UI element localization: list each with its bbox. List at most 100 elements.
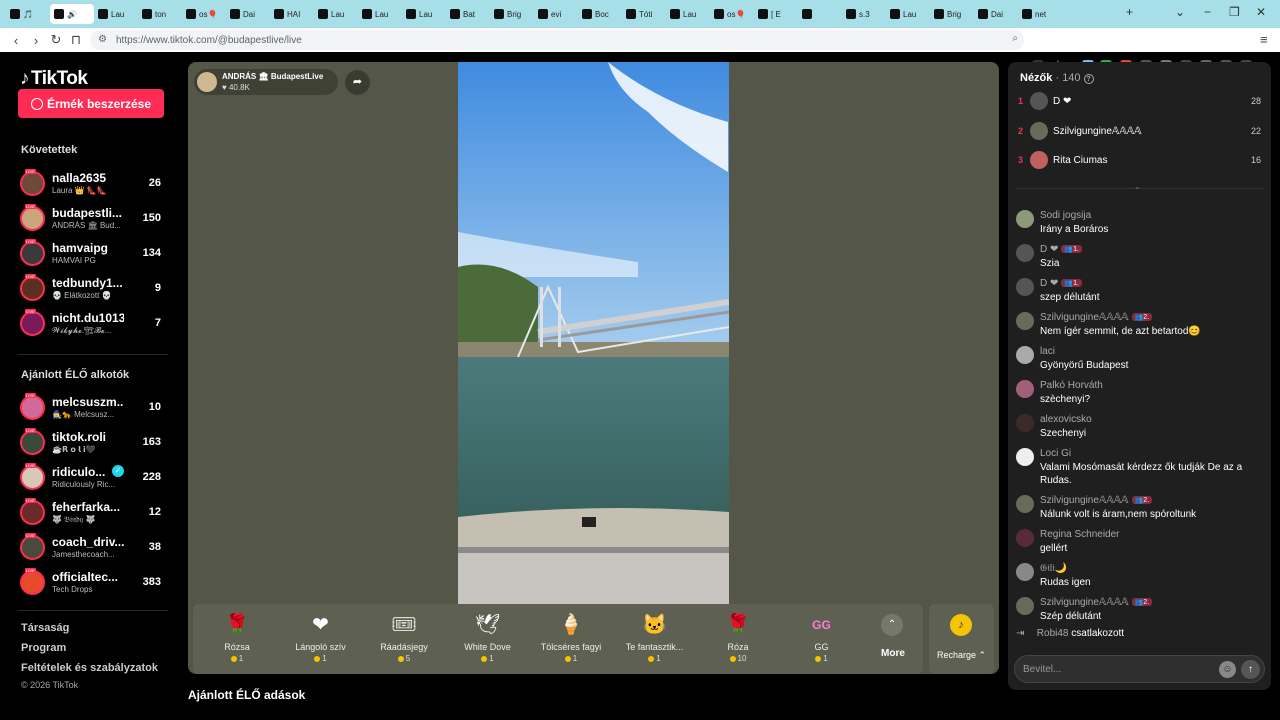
sidebar-account[interactable]: LIVE nicht.du1013 𝓦𝓲𝓴𝔂𝓱𝓮.🏗𝓑𝓮... 7 — [20, 309, 165, 339]
chat-username[interactable]: 𝔊𝔦𝔩𝔦🌙 — [1040, 563, 1067, 574]
forward-icon[interactable]: › — [26, 33, 46, 48]
reload-icon[interactable]: ↻ — [46, 32, 66, 48]
footer-link-program[interactable]: Program — [21, 642, 66, 654]
chat-message[interactable]: D ❤ 👥1. Szia — [1016, 244, 1263, 272]
restore-icon[interactable]: ❐ — [1229, 5, 1240, 19]
sidebar-account[interactable]: LIVE budapestli... ANDRÁS 🏛 Bud... 150 — [20, 204, 165, 234]
chat-username[interactable]: D ❤ 👥1. — [1040, 278, 1082, 289]
chat-username[interactable]: Loci Gi — [1040, 448, 1071, 459]
chat-message[interactable]: D ❤ 👥1. szep délutánt — [1016, 278, 1263, 306]
chat-message[interactable]: Sodi jogsija Irány a Boráros — [1016, 210, 1263, 238]
gift-item[interactable]: GG GG 1 — [780, 604, 864, 674]
emoji-icon[interactable]: ☺ — [1219, 661, 1236, 678]
chat-message[interactable]: Loci Gi Valami Mosómasát kérdezz ők tudjá… — [1016, 448, 1263, 488]
avatar[interactable] — [1016, 563, 1034, 581]
avatar[interactable] — [1016, 346, 1034, 364]
avatar[interactable] — [1016, 380, 1034, 398]
browser-tab[interactable]: net — [1018, 4, 1062, 24]
browser-tab[interactable]: Lau — [886, 4, 930, 24]
chat-message[interactable]: Szilvigungine𝔸𝔸𝔸𝔸 👥2. Szép délutánt — [1016, 597, 1263, 625]
new-tab-button[interactable]: + — [1126, 5, 1133, 19]
browser-tab[interactable]: s.3 — [842, 4, 886, 24]
chat-username[interactable]: Szilvigungine𝔸𝔸𝔸𝔸 👥2. — [1040, 495, 1153, 506]
host-avatar[interactable] — [197, 72, 217, 92]
avatar[interactable] — [1016, 448, 1034, 466]
close-window-icon[interactable]: ✕ — [1256, 5, 1266, 19]
chat-message[interactable]: alexovicsko Szechenyi — [1016, 414, 1263, 442]
sidebar-account[interactable]: LIVE coach_driv... Jamesthecoach... 38 — [20, 533, 165, 563]
browser-tab[interactable]: Lau — [666, 4, 710, 24]
gift-item[interactable]: 🌹 Rózsa 1 — [195, 604, 279, 674]
footer-link-company[interactable]: Társaság — [21, 622, 69, 634]
chat-input[interactable] — [1023, 661, 1213, 678]
chat-message[interactable]: 𝔊𝔦𝔩𝔦🌙 Rudas igen — [1016, 563, 1263, 591]
chat-username[interactable]: Szilvigungine𝔸𝔸𝔸𝔸 👥2. — [1040, 597, 1153, 608]
avatar[interactable] — [1016, 495, 1034, 513]
gift-item[interactable]: 🐱 Te fantasztik... 1 — [613, 604, 697, 674]
browser-tab[interactable]: Dai — [974, 4, 1018, 24]
top-viewer-row[interactable]: 2 Szilvigungine𝔸𝔸𝔸𝔸 22 — [1018, 121, 1261, 143]
tab-list-icon[interactable]: ⌄ — [1175, 5, 1185, 19]
browser-tab[interactable]: 🔊 — [50, 4, 94, 24]
info-icon[interactable]: ? — [1083, 74, 1094, 84]
avatar[interactable] — [1016, 278, 1034, 296]
sidebar-account[interactable]: LIVE officialtec... Tech Drops 383 — [20, 568, 165, 598]
get-coins-button[interactable]: Érmék beszerzése — [18, 89, 164, 118]
browser-tab[interactable]: ton — [138, 4, 182, 24]
browser-tab[interactable]: Bat — [446, 4, 490, 24]
gift-item[interactable]: 🌹 Róza 10 — [696, 604, 780, 674]
browser-tab[interactable]: Lau — [94, 4, 138, 24]
browser-tab[interactable]: os🎈 — [710, 4, 754, 24]
sidebar-account[interactable]: LIVE melcsuszm... 🧙‍♀️🐆 Melcsusz... 10 — [20, 393, 165, 423]
minimize-icon[interactable]: − — [1204, 5, 1211, 19]
chat-username[interactable]: Szilvigungine𝔸𝔸𝔸𝔸 👥2. — [1040, 312, 1153, 323]
sidebar-account[interactable]: LIVE nalla2635 Laura 👑 👠👠 26 — [20, 169, 165, 199]
chat-message[interactable]: Regina Schneider gellért — [1016, 529, 1263, 557]
chat-message[interactable]: Palkó Horváth szèchenyi? — [1016, 380, 1263, 408]
sidebar-account[interactable]: LIVE hamvaipg HAMVAI PG 134 — [20, 239, 165, 269]
browser-tab[interactable]: HAI — [270, 4, 314, 24]
browser-tab[interactable]: Dai — [226, 4, 270, 24]
chat-message[interactable]: laci Gyönyörű Budapest — [1016, 346, 1263, 374]
footer-link-terms[interactable]: Feltételek és szabályzatok — [21, 662, 158, 674]
avatar[interactable] — [1016, 312, 1034, 330]
top-viewer-row[interactable]: 3 Rita Ciumas 16 — [1018, 150, 1261, 172]
browser-tab[interactable]: Boc — [578, 4, 622, 24]
avatar[interactable] — [1016, 414, 1034, 432]
back-icon[interactable]: ‹ — [6, 33, 26, 48]
gift-item[interactable]: 🕊 White Dove 1 — [446, 604, 530, 674]
chat-username[interactable]: D ❤ 👥1. — [1040, 244, 1082, 255]
avatar[interactable] — [1016, 529, 1034, 547]
browser-tab[interactable]: evi — [534, 4, 578, 24]
zoom-icon[interactable]: ⌕ — [1012, 33, 1018, 44]
browser-tab[interactable]: Lau — [358, 4, 402, 24]
browser-tab[interactable]: [ E — [754, 4, 798, 24]
chat-username[interactable]: alexovicsko — [1040, 414, 1092, 425]
sidebar-account[interactable]: LIVE feherfarka... 🐺 𝔅𝔦𝔫𝔡𝔶 🐺 12 — [20, 498, 165, 528]
chat-username[interactable]: Regina Schneider — [1040, 529, 1120, 540]
site-info-icon[interactable]: ⚙ — [98, 34, 107, 45]
browser-tab[interactable]: 🎵 — [6, 4, 50, 24]
menu-icon[interactable]: ≡ — [1260, 32, 1268, 47]
sidebar-account[interactable]: LIVE ridiculo... ✓ Ridiculously Ric... 228 — [20, 463, 165, 493]
bookmark-icon[interactable]: ⊓ — [66, 32, 86, 48]
gift-item[interactable]: ❤ Lángoló szív 1 — [279, 604, 363, 674]
avatar[interactable] — [1016, 244, 1034, 262]
browser-tab[interactable]: Lau — [314, 4, 358, 24]
gift-item[interactable]: 🎟 Ráadásjegy 5 — [362, 604, 446, 674]
live-video[interactable] — [458, 62, 729, 604]
browser-tab[interactable]: Brig — [490, 4, 534, 24]
sidebar-account[interactable]: LIVE tedbundy1... 💀 Elátkozott 💀 9 — [20, 274, 165, 304]
browser-tab[interactable] — [798, 4, 842, 24]
send-icon[interactable]: ↑ — [1241, 660, 1260, 679]
avatar[interactable] — [1016, 597, 1034, 615]
browser-tab[interactable]: Brig — [930, 4, 974, 24]
host-info[interactable]: ANDRÁS 🏛 BudapestLive ♥ 40.8K — [194, 69, 338, 95]
chat-username[interactable]: Palkó Horváth — [1040, 380, 1103, 391]
browser-tab[interactable]: Lau — [402, 4, 446, 24]
expand-viewers-icon[interactable]: ⌄ — [1134, 182, 1141, 191]
chat-message[interactable]: Szilvigungine𝔸𝔸𝔸𝔸 👥2. Nálunk volt is áram,… — [1016, 495, 1263, 523]
browser-tab[interactable]: Tóti — [622, 4, 666, 24]
chat-username[interactable]: laci — [1040, 346, 1055, 357]
url-field[interactable]: ⚙ https://www.tiktok.com/@budapestlive/l… — [90, 30, 1024, 50]
